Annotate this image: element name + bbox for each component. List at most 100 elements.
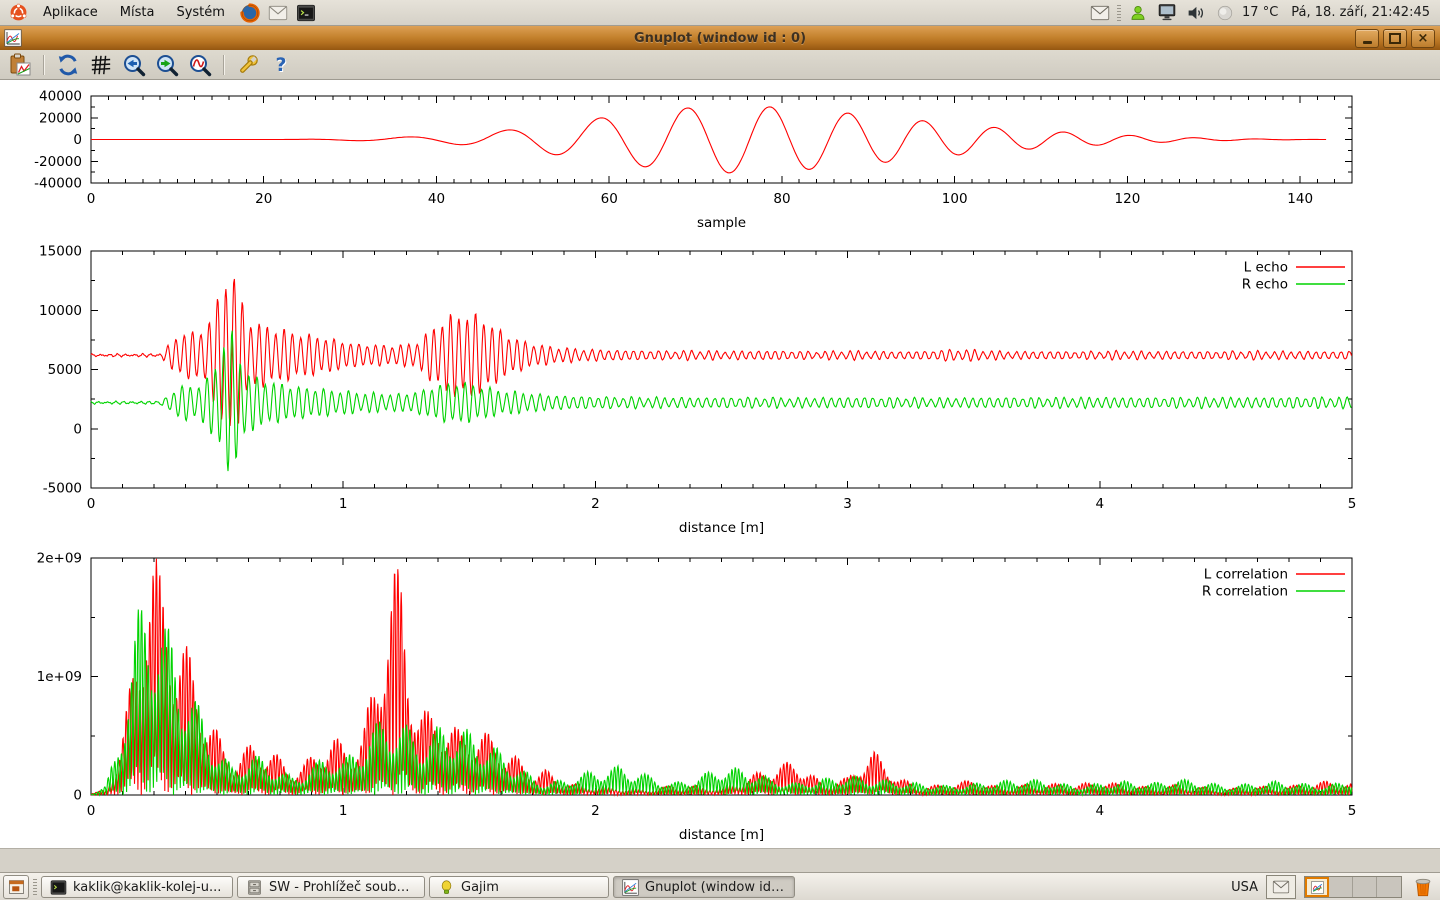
task-label: kaklik@kaklik-kolej-u... [73,880,221,895]
mail-launcher-icon[interactable] [268,3,288,23]
temperature-readout[interactable]: 17 °C [1242,5,1278,20]
gnuplot-window: Gnuplot (window id : 0) × [0,26,1440,872]
file-manager-icon [246,879,263,896]
workspace-1[interactable] [1305,877,1329,897]
volume-icon[interactable] [1186,3,1206,23]
svg-text:5000: 5000 [48,362,82,378]
task-gajim[interactable]: Gajim [429,876,609,898]
desktop: Aplikace Místa Systém [0,0,1440,900]
zoom-previous-button[interactable] [121,52,147,78]
svg-text:120: 120 [1115,191,1141,207]
svg-text:1: 1 [339,496,348,512]
workspace-switcher [1304,876,1402,898]
svg-text:80: 80 [773,191,790,207]
svg-text:1: 1 [339,803,348,819]
svg-text:0: 0 [87,191,96,207]
help-button[interactable]: ? [268,52,294,78]
workspace-4[interactable] [1377,877,1401,897]
task-file-manager[interactable]: SW - Prohlížeč souborů [237,876,425,898]
toggle-grid-button[interactable] [88,52,114,78]
maximize-button[interactable] [1383,29,1407,48]
task-terminal[interactable]: kaklik@kaklik-kolej-u... [41,876,233,898]
svg-text:4: 4 [1096,803,1105,819]
minimize-icon [1363,41,1372,44]
zoom-next-button[interactable] [154,52,180,78]
weather-icon[interactable] [1215,3,1235,23]
gnuplot-charts[interactable]: 020406080100120140-40000-200000200004000… [0,80,1440,848]
toolbar-separator [43,55,45,75]
menu-places[interactable]: Místa [111,2,164,23]
gnuplot-icon [1311,881,1324,894]
svg-text:2: 2 [591,803,600,819]
help-icon: ? [275,54,286,76]
svg-text:L correlation: L correlation [1204,567,1288,583]
window-title: Gnuplot (window id : 0) [0,31,1440,46]
minimize-button[interactable] [1355,29,1379,48]
clock[interactable]: Pá, 18. září, 21:42:45 [1291,5,1430,20]
window-footer [0,848,1440,873]
top-panel: Aplikace Místa Systém [0,0,1440,26]
svg-text:R correlation: R correlation [1202,584,1288,600]
gnuplot-toolbar: ? [0,50,1440,80]
tray-grip-handle[interactable] [1117,5,1121,21]
terminal-launcher-icon[interactable] [296,3,316,23]
settings-button[interactable] [235,52,261,78]
svg-text:15000: 15000 [39,244,82,260]
svg-text:L echo: L echo [1244,260,1288,276]
menu-system[interactable]: Systém [167,2,233,23]
svg-text:distance [m]: distance [m] [679,520,764,536]
maximize-icon [1389,33,1401,44]
window-titlebar[interactable]: Gnuplot (window id : 0) × [0,26,1440,51]
svg-text:40000: 40000 [39,89,82,105]
svg-text:2: 2 [591,496,600,512]
svg-text:-5000: -5000 [43,481,82,497]
svg-text:140: 140 [1287,191,1313,207]
task-label: Gajim [461,880,499,895]
task-label: Gnuplot (window id : 0) [645,880,786,895]
plot-area[interactable]: 020406080100120140-40000-200000200004000… [0,80,1440,848]
gajim-icon [438,879,455,896]
keyboard-layout-indicator[interactable]: USA [1231,880,1258,895]
mail-tray-icon[interactable] [1266,875,1296,899]
svg-text:4: 4 [1096,496,1105,512]
svg-text:20: 20 [255,191,272,207]
show-desktop-button[interactable] [3,875,29,899]
svg-text:60: 60 [601,191,618,207]
menu-applications[interactable]: Aplikace [34,2,107,23]
workspace-2[interactable] [1329,877,1353,897]
svg-text:40: 40 [428,191,445,207]
svg-text:0: 0 [73,788,82,804]
svg-text:0: 0 [87,803,96,819]
user-switch-icon[interactable] [1128,3,1148,23]
svg-text:sample: sample [697,215,746,231]
svg-text:3: 3 [843,496,852,512]
svg-text:2e+09: 2e+09 [37,551,82,567]
task-label: SW - Prohlížeč souborů [269,880,416,895]
system-tray: 17 °C Pá, 18. září, 21:42:45 [1088,3,1440,23]
panel-menus: Aplikace Místa Systém [0,2,318,23]
svg-text:10000: 10000 [39,303,82,319]
workspace-3[interactable] [1353,877,1377,897]
tasklist-grip-handle[interactable] [33,879,37,895]
autoscale-button[interactable] [187,52,213,78]
ubuntu-logo-icon[interactable] [8,3,28,23]
svg-text:0: 0 [73,421,82,437]
terminal-icon [50,879,67,896]
display-icon[interactable] [1157,3,1177,23]
task-gnuplot[interactable]: Gnuplot (window id : 0) [613,876,795,898]
svg-text:100: 100 [942,191,968,207]
gnuplot-icon [622,879,639,896]
mail-notify-icon[interactable] [1090,3,1110,23]
svg-text:5: 5 [1348,496,1357,512]
replot-button[interactable] [55,52,81,78]
svg-text:5: 5 [1348,803,1357,819]
svg-text:-20000: -20000 [34,154,82,170]
trash-icon[interactable] [1410,874,1436,900]
copy-to-clipboard-button[interactable] [7,52,33,78]
close-button[interactable]: × [1411,29,1435,48]
svg-text:R echo: R echo [1242,277,1288,293]
firefox-icon[interactable] [240,3,260,23]
close-icon: × [1418,32,1429,45]
toolbar-separator [223,55,225,75]
svg-text:0: 0 [73,132,82,148]
